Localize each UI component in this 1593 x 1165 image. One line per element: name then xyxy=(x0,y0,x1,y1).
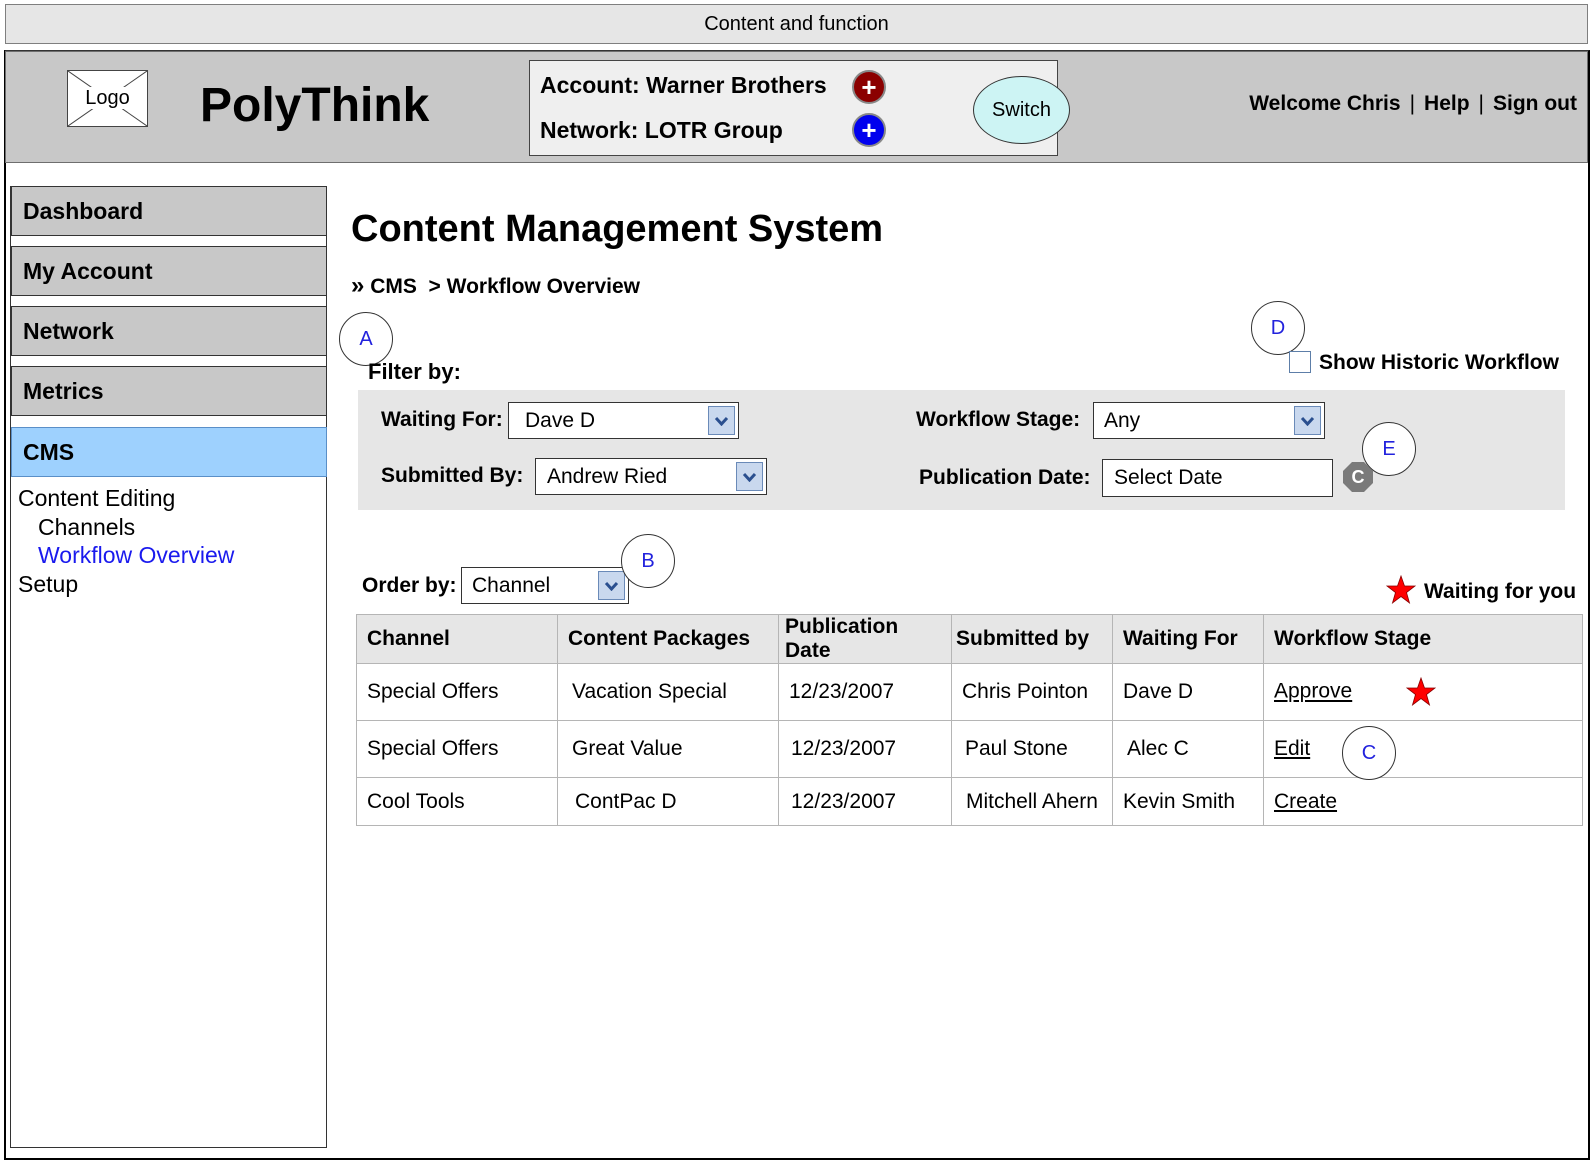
switch-button[interactable]: Switch xyxy=(973,76,1070,144)
callout-b: B xyxy=(621,534,675,588)
welcome-text: Welcome Chris xyxy=(1249,92,1401,115)
submitted-by-label: Submitted By: xyxy=(381,464,524,487)
top-title: Content and function xyxy=(704,12,889,35)
clear-date-button[interactable]: C xyxy=(1343,462,1373,492)
show-historic-label: Show Historic Workflow xyxy=(1319,351,1559,374)
account-name: Account: Warner Brothers xyxy=(540,72,827,98)
publication-date-input[interactable]: Select Date xyxy=(1102,459,1333,497)
stage-link-approve[interactable]: Approve xyxy=(1274,680,1352,703)
separator: | xyxy=(1478,92,1485,115)
cell-waiting: Dave D xyxy=(1112,663,1264,721)
cell-channel: Special Offers xyxy=(356,663,558,721)
network-name: Network: LOTR Group xyxy=(540,117,783,143)
top-title-bar: Content and function xyxy=(5,4,1588,44)
plus-icon: + xyxy=(861,114,877,145)
separator: | xyxy=(1409,92,1416,115)
publication-date-label: Publication Date: xyxy=(919,466,1091,489)
add-network-button[interactable]: + xyxy=(852,113,886,147)
chevron-down-icon[interactable] xyxy=(708,406,735,435)
logo-placeholder: Logo xyxy=(67,70,148,127)
column-header: Waiting For xyxy=(1112,614,1264,664)
cell-stage: Edit xyxy=(1263,720,1583,778)
cell-date: 12/23/2007 xyxy=(778,720,952,778)
cell-submitted: Chris Pointon xyxy=(951,663,1113,721)
cell-submitted: Paul Stone xyxy=(951,720,1113,778)
switch-label: Switch xyxy=(992,98,1051,121)
nav-my-account[interactable]: My Account xyxy=(11,246,327,296)
callout-e: E xyxy=(1362,422,1416,476)
cell-waiting: Kevin Smith xyxy=(1112,777,1264,826)
cell-date: 12/23/2007 xyxy=(778,663,952,721)
order-by-label: Order by: xyxy=(362,574,457,597)
cell-stage: Approve xyxy=(1263,663,1583,721)
legend-star-icon xyxy=(1385,574,1417,610)
cell-package: Vacation Special xyxy=(557,663,779,721)
breadcrumb-marker: » xyxy=(351,272,365,299)
callout-a: A xyxy=(339,312,393,366)
workflow-table: Channel Content Packages Publication Dat… xyxy=(356,614,1583,826)
show-historic-checkbox[interactable] xyxy=(1289,351,1311,373)
cell-channel: Special Offers xyxy=(356,720,558,778)
column-header: Workflow Stage xyxy=(1263,614,1583,664)
column-header: Content Packages xyxy=(557,614,779,664)
clear-date-label: C xyxy=(1351,466,1365,487)
add-account-button[interactable]: + xyxy=(852,70,886,104)
waiting-for-value: Dave D xyxy=(525,409,596,432)
subnav-workflow-overview[interactable]: Workflow Overview xyxy=(38,542,234,569)
cell-stage: Create xyxy=(1263,777,1583,826)
sign-out-link[interactable]: Sign out xyxy=(1493,92,1577,115)
column-header: Publication Date xyxy=(778,614,952,664)
legend-label: Waiting for you xyxy=(1424,580,1577,603)
workflow-stage-value: Any xyxy=(1104,409,1141,432)
waiting-for-label: Waiting For: xyxy=(381,408,503,431)
plus-icon: + xyxy=(861,71,877,102)
nav-network[interactable]: Network xyxy=(11,306,327,356)
callout-d: D xyxy=(1251,301,1305,355)
breadcrumb: » CMS > Workflow Overview xyxy=(351,272,640,300)
order-by-value: Channel xyxy=(472,574,551,597)
order-by-select[interactable]: Channel xyxy=(461,567,629,604)
chevron-down-icon[interactable] xyxy=(1294,406,1321,435)
waiting-for-select[interactable]: Dave D xyxy=(508,402,739,439)
callout-c: C xyxy=(1342,726,1396,780)
chevron-down-icon[interactable] xyxy=(598,571,625,600)
breadcrumb-path[interactable]: CMS > Workflow Overview xyxy=(370,275,640,298)
workflow-stage-select[interactable]: Any xyxy=(1093,402,1325,439)
brand-name: PolyThink xyxy=(200,79,430,132)
submitted-by-value: Andrew Ried xyxy=(547,465,668,488)
table-row: Cool Tools ContPac D 12/23/2007 Mitchell… xyxy=(356,777,1583,826)
table-row: Special Offers Vacation Special 12/23/20… xyxy=(356,663,1583,721)
user-links: Welcome Chris | Help | Sign out xyxy=(1249,92,1577,116)
workflow-stage-label: Workflow Stage: xyxy=(916,408,1081,431)
chevron-down-icon[interactable] xyxy=(736,462,763,491)
column-header: Channel xyxy=(356,614,558,664)
subnav-channels[interactable]: Channels xyxy=(38,514,135,541)
nav-dashboard[interactable]: Dashboard xyxy=(11,186,327,236)
help-link[interactable]: Help xyxy=(1424,92,1470,115)
cell-date: 12/23/2007 xyxy=(778,777,952,826)
cell-submitted: Mitchell Ahern xyxy=(951,777,1113,826)
cell-package: Great Value xyxy=(557,720,779,778)
cell-package: ContPac D xyxy=(557,777,779,826)
filter-heading: Filter by: xyxy=(368,359,461,384)
stage-link-edit[interactable]: Edit xyxy=(1274,737,1310,760)
nav-cms[interactable]: CMS xyxy=(11,427,327,477)
subnav-setup[interactable]: Setup xyxy=(18,571,78,598)
table-header-row: Channel Content Packages Publication Dat… xyxy=(356,614,1583,664)
subnav-content-editing[interactable]: Content Editing xyxy=(18,485,175,512)
table-row: Special Offers Great Value 12/23/2007 Pa… xyxy=(356,720,1583,778)
page-title: Content Management System xyxy=(351,208,884,250)
nav-metrics[interactable]: Metrics xyxy=(11,366,327,416)
stage-link-create[interactable]: Create xyxy=(1274,790,1337,813)
column-header: Submitted by xyxy=(951,614,1113,664)
cell-channel: Cool Tools xyxy=(356,777,558,826)
logo-text: Logo xyxy=(83,87,132,109)
submitted-by-select[interactable]: Andrew Ried xyxy=(535,458,767,495)
star-icon xyxy=(1405,676,1437,707)
cell-waiting: Alec C xyxy=(1112,720,1264,778)
